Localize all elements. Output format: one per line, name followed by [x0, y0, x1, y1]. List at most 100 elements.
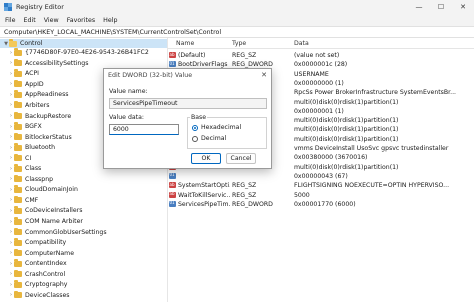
string-value-icon	[169, 182, 176, 189]
address-bar[interactable]: Computer\HKEY_LOCAL_MACHINE\SYSTEM\Curre…	[0, 26, 474, 38]
folder-icon	[14, 227, 22, 236]
menu-file[interactable]: File	[5, 17, 16, 24]
title-bar: Registry Editor — ☐ ✕	[0, 0, 474, 14]
folder-icon	[14, 248, 22, 257]
tree-item-label: Compatibility	[25, 239, 67, 247]
hexadecimal-radio[interactable]: Hexadecimal	[192, 124, 241, 131]
tree-item-control[interactable]: ▼ Control	[0, 39, 167, 49]
value-data: 0x00000043 (67)	[294, 172, 348, 180]
value-row[interactable]: 0x00000043 (67)	[168, 172, 474, 181]
tree-item-label: Cryptography	[25, 281, 68, 289]
tree-item[interactable]: › CMF	[8, 195, 38, 205]
folder-icon	[14, 174, 22, 183]
ok-button[interactable]: OK	[191, 153, 221, 164]
value-type: REG_SZ	[232, 52, 257, 59]
tree-item-label: Class	[25, 165, 42, 173]
tree-item[interactable]: › COM Name Arbiter	[8, 217, 83, 226]
folder-icon	[14, 290, 22, 299]
decimal-radio[interactable]: Decimal	[192, 135, 226, 142]
tree-item[interactable]: › Cryptography	[8, 280, 67, 289]
window-title: Registry Editor	[16, 3, 64, 11]
tree-item[interactable]: › ContentIndex	[8, 259, 67, 268]
tree-item-label: AppID	[25, 80, 44, 88]
dword-value-icon	[169, 61, 176, 68]
tree-item[interactable]: › CoDeviceInstallers	[8, 206, 82, 215]
value-name-field[interactable]: ServicesPipeTimeout	[109, 98, 267, 109]
tree-item[interactable]: › Bluetooth	[8, 143, 55, 152]
value-name-label: Value name:	[109, 88, 148, 95]
menu-help[interactable]: Help	[103, 17, 117, 24]
value-row[interactable]: WaitToKillServic...REG_SZ 5000	[168, 191, 474, 200]
value-data: vmms DeviceInstall UsoSvc gpsvc trustedi…	[294, 145, 449, 152]
dialog-title: Edit DWORD (32-bit) Value	[108, 72, 193, 79]
menu-view[interactable]: View	[44, 17, 59, 24]
tree-item[interactable]: › DeviceClasses	[8, 290, 69, 300]
tree-item[interactable]: › CloudDomainJoin	[8, 185, 78, 194]
edit-dword-dialog: Edit DWORD (32-bit) Value ✕ Value name: …	[103, 68, 272, 169]
tree-item[interactable]: › Class	[8, 164, 41, 173]
tree-item[interactable]: › AccessibilitySettings	[8, 58, 89, 68]
tree-item[interactable]: › CommonGlobUserSettings	[8, 227, 107, 237]
tree-item[interactable]: › CI	[8, 153, 31, 163]
tree-item-label: Control	[20, 40, 43, 48]
tree-item-label: CloudDomainJoin	[25, 186, 78, 194]
folder-icon	[14, 48, 22, 56]
tree-item[interactable]: › BGFX	[8, 122, 42, 131]
folder-icon	[14, 58, 22, 67]
tree-item[interactable]: › CrashControl	[8, 269, 66, 279]
tree-item-label: AccessibilitySettings	[25, 59, 89, 67]
folder-icon	[14, 153, 22, 162]
value-data: 5000	[294, 191, 310, 199]
tree-item-label: Arbiters	[25, 101, 50, 109]
tree-item-label: AppReadiness	[25, 91, 69, 99]
radio-selected-icon[interactable]	[192, 124, 198, 131]
tree-item[interactable]: › AppID	[8, 79, 44, 89]
value-data: multi(0)disk(0)rdisk(1)partition(1)	[294, 163, 399, 171]
value-data: multi(0)disk(0)rdisk(1)partition(1)	[294, 135, 399, 143]
column-header-data[interactable]: Data	[294, 40, 309, 47]
menu-favorites[interactable]: Favorites	[67, 17, 95, 24]
tree-item[interactable]: › Classpnp	[8, 174, 54, 184]
tree-item[interactable]: › {7746D80F-97E0-4E26-9543-26B41FC2	[8, 48, 149, 57]
minimize-button[interactable]: —	[408, 0, 430, 14]
maximize-button[interactable]: ☐	[430, 0, 452, 14]
value-type: REG_DWORD	[232, 200, 273, 208]
tree-item-label: Bluetooth	[25, 144, 56, 152]
folder-icon	[14, 69, 22, 77]
column-header-type[interactable]: Type	[232, 40, 246, 47]
base-groupbox	[187, 117, 267, 149]
tree-item-label: CrashControl	[25, 270, 66, 278]
value-type: REG_SZ	[232, 182, 257, 190]
folder-icon	[14, 269, 22, 278]
value-name: ServicesPipeTim...	[178, 200, 230, 208]
value-name: SystemStartOpti...	[178, 182, 230, 190]
tree-item-label: BGFX	[25, 123, 42, 131]
menu-edit[interactable]: Edit	[24, 17, 36, 24]
list-header: Name Type Data	[168, 38, 474, 49]
value-data-field[interactable]: 6000	[109, 124, 179, 135]
tree-item[interactable]: › Arbiters	[8, 100, 50, 110]
tree-item-label: BitlockerStatus	[25, 133, 72, 141]
tree-item[interactable]: › BitlockerStatus	[8, 132, 72, 142]
tree-item-label: Classpnp	[25, 175, 54, 183]
base-label: Base	[190, 114, 208, 121]
tree-item[interactable]: › AppReadiness	[8, 90, 69, 99]
dialog-close-icon[interactable]: ✕	[261, 71, 267, 79]
value-data: RpcSs Power BrokerInfrastructure SystemE…	[294, 89, 457, 97]
tree-item[interactable]: › Compatibility	[8, 238, 66, 247]
cancel-button[interactable]: Cancel	[226, 153, 256, 164]
value-row[interactable]: ServicesPipeTim...REG_DWORD 0x00001770 (6…	[168, 200, 474, 209]
value-data-label: Value data:	[109, 114, 144, 121]
tree-item[interactable]: › ComputerName	[8, 248, 74, 258]
column-header-name[interactable]: Name	[176, 40, 194, 47]
value-row[interactable]: (Default) REG_SZ (value not set)	[168, 51, 474, 60]
tree-item[interactable]: › ACPI	[8, 69, 39, 78]
radio-unselected-icon[interactable]	[192, 135, 198, 142]
value-row[interactable]: SystemStartOpti...REG_SZ FLIGHTSIGNING NO…	[168, 181, 474, 190]
value-data: multi(0)disk(0)rdisk(1)partition(1)	[294, 98, 399, 106]
tree-item[interactable]: › BackupRestore	[8, 111, 71, 121]
close-window-button[interactable]: ✕	[452, 0, 474, 14]
tree-item-label: COM Name Arbiter	[25, 218, 83, 226]
menu-bar: File Edit View Favorites Help	[0, 14, 474, 26]
tree-item-label: CommonGlobUserSettings	[25, 228, 107, 236]
